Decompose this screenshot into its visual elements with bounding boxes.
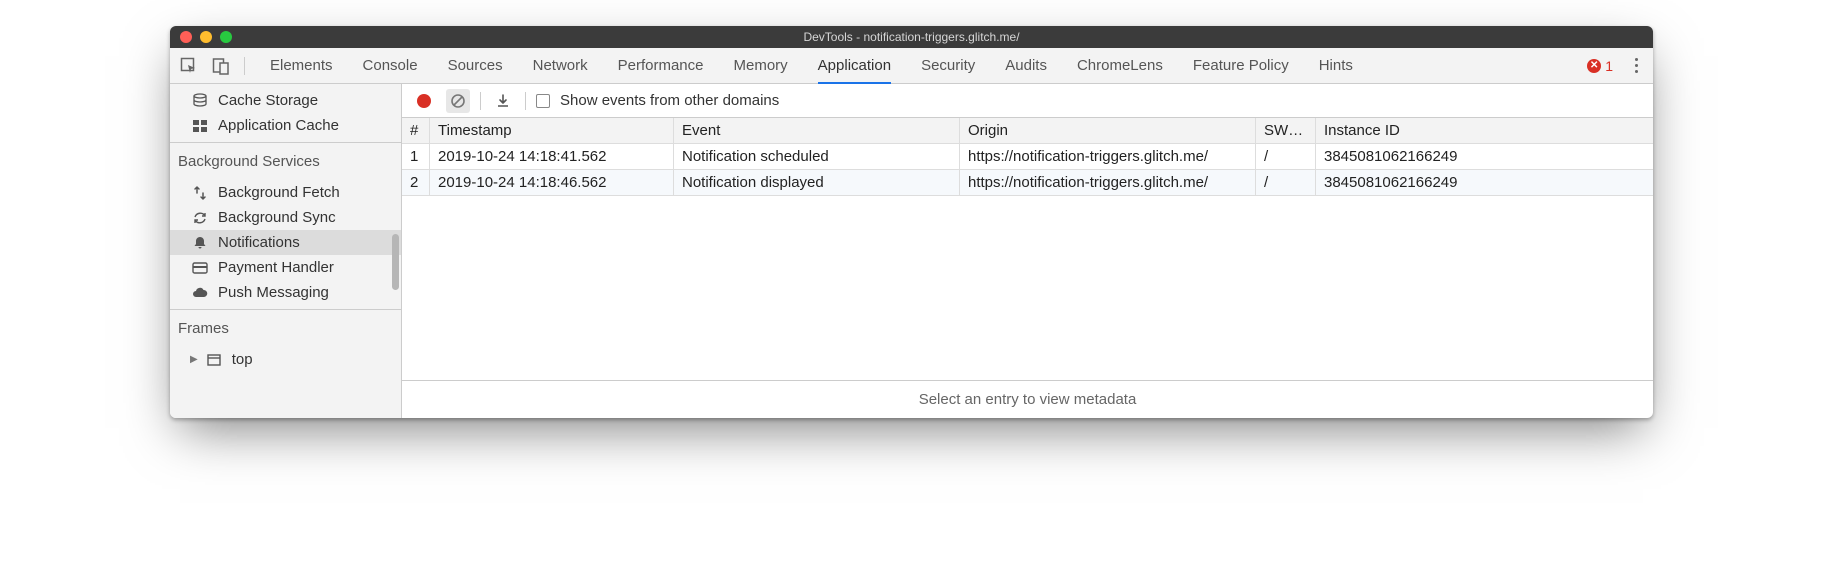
sidebar-frames-section: ▶ top xyxy=(170,343,401,376)
col-timestamp[interactable]: Timestamp xyxy=(430,118,674,143)
table-row[interactable]: 2 2019-10-24 14:18:46.562 Notification d… xyxy=(402,170,1653,196)
tabs-row: Elements Console Sources Network Perform… xyxy=(170,48,1653,84)
sidebar-bg-section: Background Fetch Background Sync Notific… xyxy=(170,176,401,309)
download-button[interactable] xyxy=(491,89,515,113)
devtools-window: DevTools - notification-triggers.glitch.… xyxy=(170,26,1653,418)
tabs-left-icons xyxy=(180,57,245,75)
sidebar-item-frame-top[interactable]: ▶ top xyxy=(170,347,401,372)
sidebar-item-label: top xyxy=(232,351,253,368)
toolbar: Show events from other domains xyxy=(402,84,1653,118)
bgfetch-icon xyxy=(192,185,208,201)
sidebar-item-label: Notifications xyxy=(218,234,300,251)
row-timestamp: 2019-10-24 14:18:46.562 xyxy=(430,170,674,195)
sidebar-item-background-fetch[interactable]: Background Fetch xyxy=(170,180,401,205)
database-icon xyxy=(192,93,208,109)
tab-memory[interactable]: Memory xyxy=(734,49,788,82)
titlebar: DevTools - notification-triggers.glitch.… xyxy=(170,26,1653,48)
error-icon: ✕ xyxy=(1587,59,1601,73)
row-instance: 3845081062166249 xyxy=(1316,170,1653,195)
cloud-icon xyxy=(192,285,208,301)
col-event[interactable]: Event xyxy=(674,118,960,143)
sidebar-item-notifications[interactable]: Notifications xyxy=(170,230,401,255)
table-body: 1 2019-10-24 14:18:41.562 Notification s… xyxy=(402,144,1653,380)
show-events-checkbox[interactable] xyxy=(536,94,550,108)
tab-feature-policy[interactable]: Feature Policy xyxy=(1193,49,1289,82)
appcache-icon xyxy=(192,118,208,134)
clear-button[interactable] xyxy=(446,89,470,113)
row-event: Notification scheduled xyxy=(674,144,960,169)
sidebar-item-label: Cache Storage xyxy=(218,92,318,109)
sidebar-item-label: Background Sync xyxy=(218,209,336,226)
error-count: 1 xyxy=(1605,58,1613,74)
row-number: 2 xyxy=(402,170,430,195)
tab-network[interactable]: Network xyxy=(533,49,588,82)
sidebar-item-label: Application Cache xyxy=(218,117,339,134)
toolbar-separator xyxy=(525,92,526,110)
col-number[interactable]: # xyxy=(402,118,430,143)
row-event: Notification displayed xyxy=(674,170,960,195)
sidebar-bg-header: Background Services xyxy=(170,142,401,176)
table-row[interactable]: 1 2019-10-24 14:18:41.562 Notification s… xyxy=(402,144,1653,170)
sidebar: Cache Storage Application Cache Backgrou… xyxy=(170,84,402,418)
detail-hint: Select an entry to view metadata xyxy=(402,381,1653,418)
more-menu-icon[interactable] xyxy=(1629,58,1643,73)
card-icon xyxy=(192,260,208,276)
col-origin[interactable]: Origin xyxy=(960,118,1256,143)
sidebar-item-application-cache[interactable]: Application Cache xyxy=(170,113,401,138)
tab-chromelens[interactable]: ChromeLens xyxy=(1077,49,1163,82)
sidebar-item-label: Payment Handler xyxy=(218,259,334,276)
bell-icon xyxy=(192,235,208,251)
toolbar-separator xyxy=(480,92,481,110)
row-instance: 3845081062166249 xyxy=(1316,144,1653,169)
record-icon xyxy=(417,94,431,108)
tab-application[interactable]: Application xyxy=(818,49,891,84)
sidebar-scrollbar[interactable] xyxy=(392,234,399,290)
tab-hints[interactable]: Hints xyxy=(1319,49,1353,82)
main-panel: Show events from other domains # Timesta… xyxy=(402,84,1653,418)
download-icon xyxy=(495,93,511,109)
tab-audits[interactable]: Audits xyxy=(1005,49,1047,82)
tab-console[interactable]: Console xyxy=(363,49,418,82)
chevron-right-icon: ▶ xyxy=(190,354,198,365)
col-instance[interactable]: Instance ID xyxy=(1316,118,1653,143)
show-events-label: Show events from other domains xyxy=(560,92,779,109)
sync-icon xyxy=(192,210,208,226)
row-origin: https://notification-triggers.glitch.me/ xyxy=(960,144,1256,169)
error-indicator[interactable]: ✕ 1 xyxy=(1587,58,1613,74)
sidebar-item-push-messaging[interactable]: Push Messaging xyxy=(170,280,401,305)
sidebar-frames-header: Frames xyxy=(170,309,401,343)
row-number: 1 xyxy=(402,144,430,169)
tab-elements[interactable]: Elements xyxy=(270,49,333,82)
tab-performance[interactable]: Performance xyxy=(618,49,704,82)
sidebar-storage-section: Cache Storage Application Cache xyxy=(170,84,401,142)
sidebar-item-background-sync[interactable]: Background Sync xyxy=(170,205,401,230)
record-button[interactable] xyxy=(412,89,436,113)
table-header-row: # Timestamp Event Origin SW … Instance I… xyxy=(402,118,1653,144)
inspect-element-icon[interactable] xyxy=(180,57,198,75)
col-sw-scope[interactable]: SW … xyxy=(1256,118,1316,143)
row-sw: / xyxy=(1256,170,1316,195)
row-timestamp: 2019-10-24 14:18:41.562 xyxy=(430,144,674,169)
sidebar-item-label: Push Messaging xyxy=(218,284,329,301)
tab-security[interactable]: Security xyxy=(921,49,975,82)
tab-sources[interactable]: Sources xyxy=(448,49,503,82)
sidebar-item-label: Background Fetch xyxy=(218,184,340,201)
row-sw: / xyxy=(1256,144,1316,169)
body: Cache Storage Application Cache Backgrou… xyxy=(170,84,1653,418)
sidebar-item-payment-handler[interactable]: Payment Handler xyxy=(170,255,401,280)
tabs-list: Elements Console Sources Network Perform… xyxy=(245,49,1575,83)
clear-icon xyxy=(450,93,466,109)
row-origin: https://notification-triggers.glitch.me/ xyxy=(960,170,1256,195)
events-table: # Timestamp Event Origin SW … Instance I… xyxy=(402,118,1653,381)
sidebar-item-cache-storage[interactable]: Cache Storage xyxy=(170,88,401,113)
device-toggle-icon[interactable] xyxy=(212,57,230,75)
window-title: DevTools - notification-triggers.glitch.… xyxy=(170,30,1653,44)
frame-icon xyxy=(206,352,222,368)
tabs-right: ✕ 1 xyxy=(1575,58,1643,74)
